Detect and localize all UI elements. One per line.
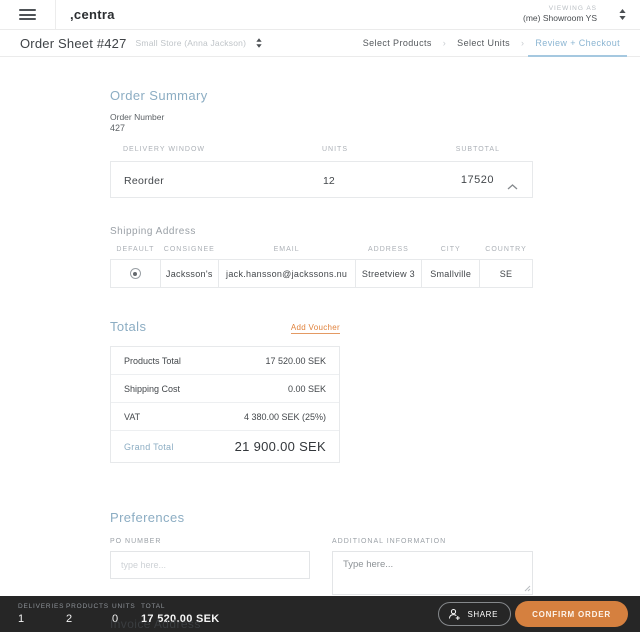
hamburger-icon	[19, 7, 36, 23]
main-menu-button[interactable]	[0, 0, 56, 29]
top-bar: ,centra VIEWING AS (me) Showroom YS	[0, 0, 640, 30]
totals-value: 0.00 SEK	[288, 384, 326, 394]
viewing-as-value: (me) Showroom YS	[523, 13, 597, 24]
totals-value: 17 520.00 SEK	[265, 356, 326, 366]
checkout-steps: Select Products › Select Units › Review …	[361, 38, 622, 48]
stat-deliveries: DELIVERIES 1	[18, 603, 66, 625]
totals-heading: Totals	[110, 319, 146, 334]
order-sheet-header: Order Sheet #427 Small Store (Anna Jacks…	[0, 30, 640, 57]
preferences-heading: Preferences	[110, 510, 533, 525]
step-select-products[interactable]: Select Products	[361, 38, 434, 48]
collapse-chevron-icon[interactable]	[507, 177, 518, 195]
column-default: DEFAULT	[111, 246, 161, 260]
share-person-icon	[448, 608, 461, 621]
column-subtotal: SUBTOTAL	[456, 146, 500, 153]
delivery-window-row[interactable]: Reorder 12 17520	[110, 161, 533, 198]
stat-units: UNITS 0	[112, 603, 141, 625]
delivery-window-name: Reorder	[124, 175, 164, 187]
share-button-label: SHARE	[467, 610, 498, 619]
consignee-cell: Jacksson's	[160, 260, 218, 288]
add-voucher-link[interactable]: Add Voucher	[291, 323, 340, 334]
shipping-address-table: DEFAULT CONSIGNEE EMAIL ADDRESS CITY COU…	[110, 246, 533, 288]
column-email: EMAIL	[218, 246, 355, 260]
store-buyer-label: Small Store (Anna Jackson)	[136, 38, 247, 48]
stat-total: TOTAL 17 520.00 SEK	[141, 603, 220, 625]
totals-row-products: Products Total 17 520.00 SEK	[111, 347, 339, 375]
stat-products: PRODUCTS 2	[66, 603, 112, 625]
city-cell: Smallville	[422, 260, 480, 288]
totals-label: Products Total	[124, 356, 181, 366]
email-cell: jack.hansson@jackssons.nu	[218, 260, 355, 288]
order-number-value: 427	[110, 123, 533, 133]
totals-label: Shipping Cost	[124, 384, 180, 394]
step-separator-icon: ›	[521, 38, 524, 48]
grand-total-label: Grand Total	[124, 442, 174, 452]
totals-row-vat: VAT 4 380.00 SEK (25%)	[111, 403, 339, 431]
column-consignee: CONSIGNEE	[160, 246, 218, 260]
order-sheet-page: ,centra VIEWING AS (me) Showroom YS Orde…	[0, 0, 640, 632]
shipping-address-heading: Shipping Address	[110, 226, 533, 237]
viewing-as-selector-icon[interactable]	[619, 9, 626, 20]
totals-table: Products Total 17 520.00 SEK Shipping Co…	[110, 346, 340, 463]
delivery-window-subtotal: 17520	[461, 174, 494, 186]
step-review-checkout[interactable]: Review + Checkout	[533, 38, 622, 48]
delivery-window-units: 12	[323, 175, 335, 187]
main-content: Order Summary Order Number 427 DELIVERY …	[0, 88, 533, 632]
address-cell: Streetview 3	[355, 260, 422, 288]
centra-logo: ,centra	[70, 7, 115, 22]
totals-label: VAT	[124, 412, 140, 422]
grand-total-value: 21 900.00 SEK	[235, 439, 326, 454]
additional-information-label: ADDITIONAL INFORMATION	[332, 538, 533, 545]
additional-information-textarea[interactable]	[332, 551, 533, 595]
viewing-as-label: VIEWING AS	[523, 5, 597, 13]
column-units: UNITS	[322, 146, 348, 153]
order-number-label: Order Number	[110, 112, 533, 122]
country-cell: SE	[480, 260, 533, 288]
column-address: ADDRESS	[355, 246, 422, 260]
step-separator-icon: ›	[443, 38, 446, 48]
shipping-address-row: Jacksson's jack.hansson@jackssons.nu Str…	[111, 260, 533, 288]
step-select-units[interactable]: Select Units	[455, 38, 512, 48]
viewing-as-block: VIEWING AS (me) Showroom YS	[523, 5, 597, 24]
default-address-radio[interactable]	[130, 268, 141, 279]
column-city: CITY	[422, 246, 480, 260]
totals-row-shipping: Shipping Cost 0.00 SEK	[111, 375, 339, 403]
page-title: Order Sheet #427	[20, 36, 127, 51]
delivery-window-header-row: DELIVERY WINDOW UNITS SUBTOTAL	[110, 146, 533, 156]
checkout-footer-bar: Invoice Address DELIVERIES 1 PRODUCTS 2 …	[0, 596, 640, 632]
column-delivery-window: DELIVERY WINDOW	[123, 146, 205, 153]
confirm-order-button[interactable]: CONFIRM ORDER	[515, 601, 628, 627]
order-sheet-selector-icon[interactable]	[256, 38, 262, 48]
po-number-input[interactable]	[110, 551, 310, 579]
order-summary-heading: Order Summary	[110, 88, 533, 103]
column-country: COUNTRY	[480, 246, 533, 260]
share-button[interactable]: SHARE	[438, 602, 511, 626]
totals-row-grand-total: Grand Total 21 900.00 SEK	[111, 431, 339, 462]
totals-value: 4 380.00 SEK (25%)	[244, 412, 326, 422]
